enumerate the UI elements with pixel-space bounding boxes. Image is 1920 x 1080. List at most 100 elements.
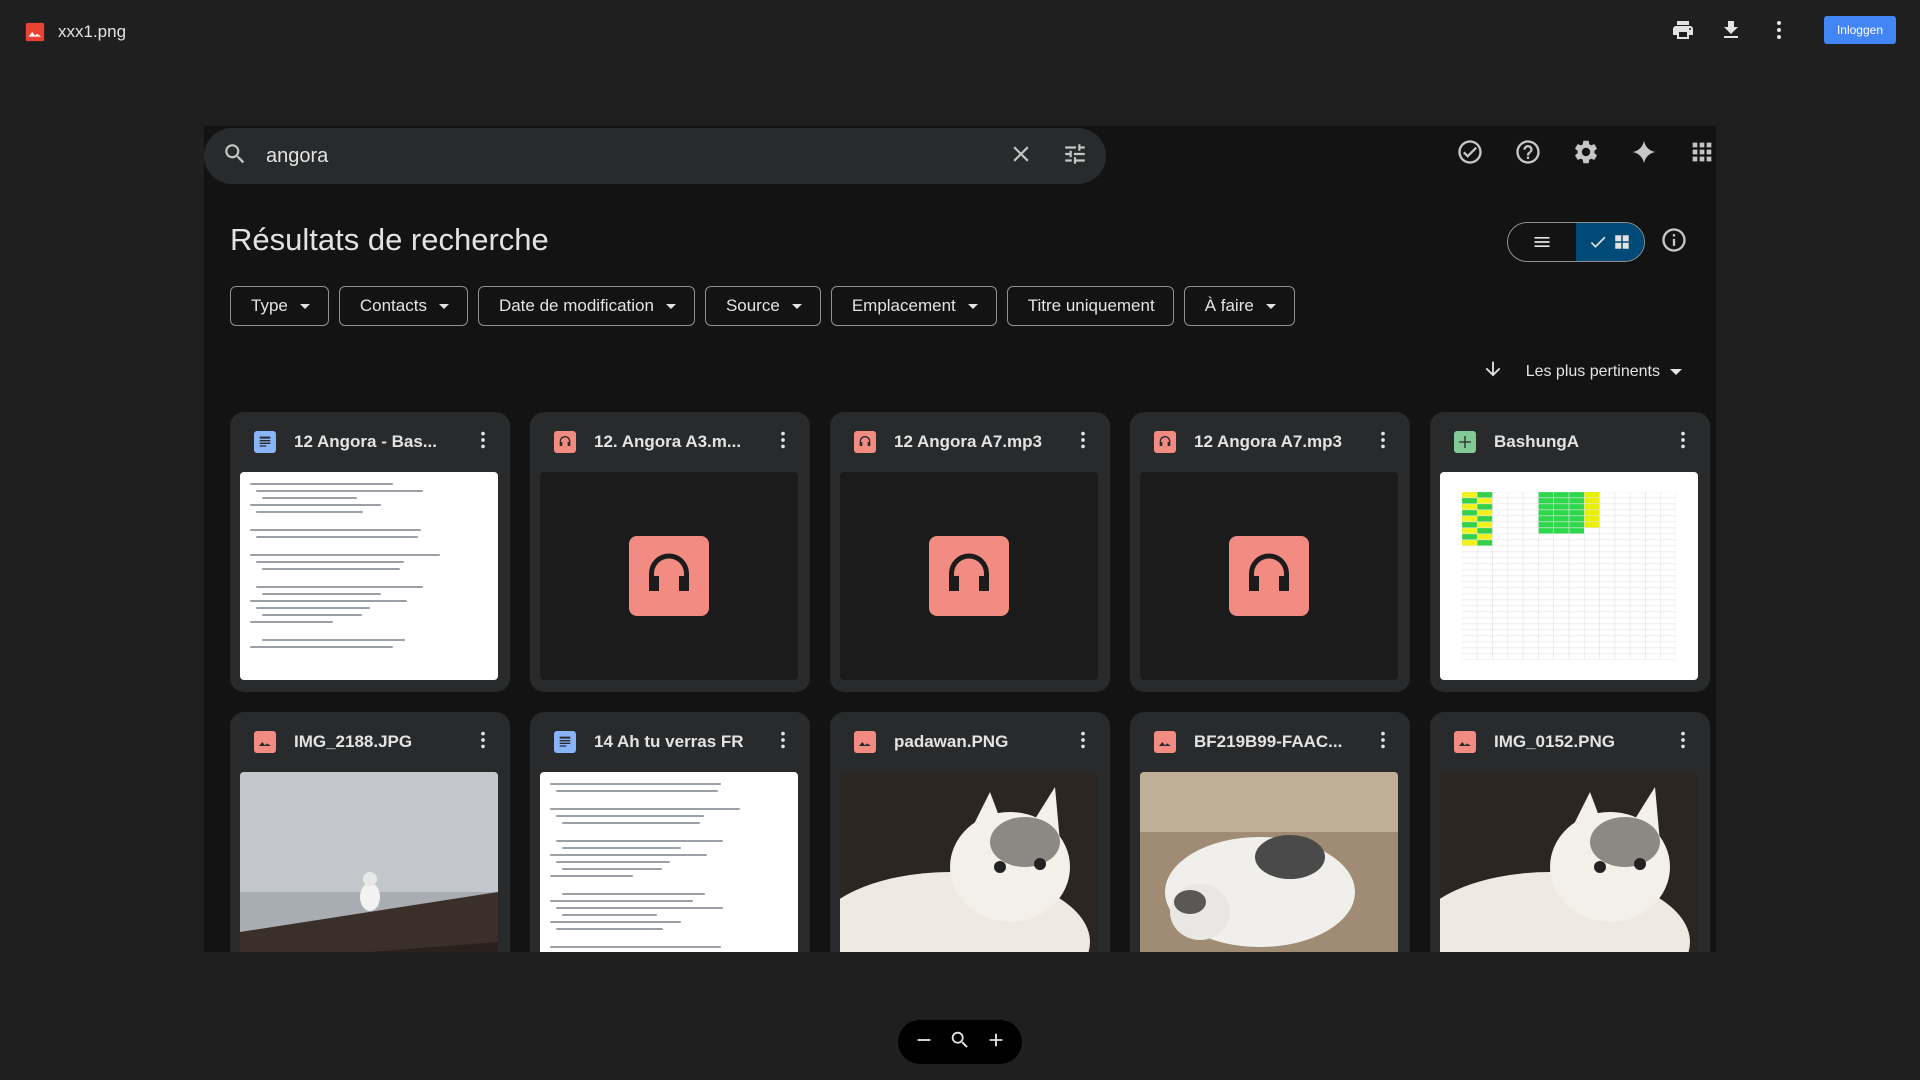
file-name: BashungA [1494,432,1579,451]
image-file-icon [25,22,45,42]
file-card-header: 12. Angora A3.m... [530,412,810,472]
sheet-thumbnail [1440,472,1698,680]
file-name: BF219B99-FAAC... [1194,732,1343,751]
file-card-header: BF219B99-FAAC... [1130,712,1410,772]
file-more-button[interactable] [1072,429,1094,456]
file-card[interactable]: 12 Angora A7.mp3 [830,412,1110,692]
audio-type-icon [854,431,876,453]
file-more-button[interactable] [772,429,794,456]
filter-chip-2[interactable]: Date de modification [477,286,695,326]
filter-chip-label: Emplacement [851,296,956,315]
image-thumbnail [1140,772,1398,952]
file-more-button[interactable] [1672,429,1694,456]
login-button[interactable]: Inloggen [1823,16,1896,44]
file-card[interactable]: BF219B99-FAAC... [1130,712,1410,952]
file-card[interactable]: IMG_2188.JPG [230,712,510,952]
image-thumbnail [840,772,1098,952]
filter-chip-5[interactable]: Titre uniquement [1006,286,1174,326]
audio-thumbnail [1140,472,1398,680]
headphones-icon [649,553,689,591]
check-icon [1590,236,1606,248]
doc-thumbnail [240,472,498,680]
file-more-button[interactable] [1672,729,1694,756]
viewer-actions: Inloggen [1670,16,1896,44]
search-input[interactable]: angora [266,145,1008,168]
sparkle-icon [1632,140,1656,164]
file-card-header: 12 Angora A7.mp3 [830,412,1110,472]
search-options-button[interactable] [1062,141,1088,172]
file-more-button[interactable] [472,429,494,456]
grid-icon [1615,235,1629,249]
sheet-type-icon [1454,431,1476,453]
doc-type-icon [254,431,276,453]
filter-chip-4[interactable]: Emplacement [830,286,997,326]
more-vert-icon [481,431,485,448]
filter-chip-label: Titre uniquement [1027,296,1155,315]
gemini-button[interactable] [1630,138,1658,171]
file-more-button[interactable] [472,729,494,756]
filter-chip-0[interactable]: Type [230,286,329,326]
help-icon [1516,140,1540,164]
settings-button[interactable] [1572,138,1600,171]
file-more-button[interactable] [1072,729,1094,756]
clear-search-button[interactable] [1008,141,1034,172]
search-bar[interactable]: angora [204,128,1106,184]
file-name: IMG_2188.JPG [294,732,413,751]
help-button[interactable] [1514,138,1542,171]
download-icon [1723,21,1738,38]
filter-chip-label: Type [251,296,288,315]
image-thumbnail [1440,772,1698,952]
filter-chip-6[interactable]: À faire [1183,286,1295,326]
gear-icon [1575,140,1597,164]
zoom-reset-button[interactable] [949,1029,971,1056]
more-options-button[interactable] [1766,17,1792,43]
list-view-button[interactable] [1508,223,1576,261]
file-card-header: IMG_0152.PNG [1430,712,1710,772]
arrow-down-icon [1485,361,1501,377]
file-card[interactable]: BashungA [1430,412,1710,692]
file-card-header: 12 Angora A7.mp3 [1130,412,1410,472]
file-name: 12 Angora - Bas... [294,432,437,451]
info-icon [1662,228,1686,252]
zoom-controls [898,1020,1022,1064]
file-name: 14 Ah tu verras FR [594,732,744,751]
file-card[interactable]: 14 Ah tu verras FR [530,712,810,952]
more-vert-icon [1681,731,1685,748]
filter-chip-3[interactable]: Source [704,286,821,326]
image-type-icon [1454,731,1476,753]
file-more-button[interactable] [1372,429,1394,456]
file-card[interactable]: 12. Angora A3.m... [530,412,810,692]
doc-type-icon [554,731,576,753]
filter-chip-1[interactable]: Contacts [338,286,468,326]
file-name: 12 Angora A7.mp3 [1194,432,1343,451]
file-more-button[interactable] [1372,729,1394,756]
file-card[interactable]: IMG_0152.PNG [1430,712,1710,952]
file-name: 12. Angora A3.m... [594,432,742,451]
more-vert-icon [1381,431,1385,448]
more-vert-icon [481,731,485,748]
zoom-in-button[interactable] [985,1029,1007,1056]
grid-view-button[interactable] [1576,223,1644,261]
search-icon[interactable] [222,141,248,172]
details-button[interactable] [1660,226,1688,259]
print-button[interactable] [1670,17,1696,43]
apps-button[interactable] [1688,138,1716,171]
header-actions [1456,138,1716,171]
file-more-button[interactable] [772,729,794,756]
offline-ready-button[interactable] [1456,138,1484,171]
download-button[interactable] [1718,17,1744,43]
audio-type-icon [554,431,576,453]
caret-down-icon [791,303,802,309]
file-card[interactable]: padawan.PNG [830,712,1110,952]
sort-dropdown[interactable]: Les plus pertinents [1526,363,1682,381]
file-name: IMG_0152.PNG [1494,732,1615,751]
file-grid: 12 Angora - Bas... 12. Angora A3.m... 12 A… [230,412,1710,952]
file-card[interactable]: 12 Angora - Bas... [230,412,510,692]
zoom-out-button[interactable] [913,1029,935,1056]
sort-direction-button[interactable] [1482,358,1504,385]
file-card[interactable]: 12 Angora A7.mp3 [1130,412,1410,692]
image-type-icon [854,731,876,753]
page-title: Résultats de recherche [230,222,549,257]
file-card-header: padawan.PNG [830,712,1110,772]
drive-search-panel: angora Résultats de recherche Type Conta… [204,126,1716,952]
